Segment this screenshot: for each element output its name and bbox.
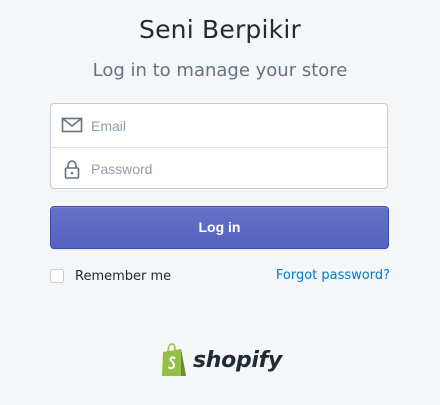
password-field[interactable] bbox=[91, 148, 381, 188]
login-button[interactable]: Log in bbox=[50, 206, 389, 249]
login-fields bbox=[50, 103, 388, 189]
remember-me-checkbox[interactable] bbox=[50, 269, 64, 283]
shopify-wordmark: shopify bbox=[193, 347, 282, 373]
remember-me[interactable]: Remember me bbox=[50, 267, 171, 285]
lock-icon bbox=[64, 160, 80, 179]
password-field-row bbox=[51, 147, 387, 188]
email-field-row bbox=[51, 104, 387, 147]
page-subtitle: Log in to manage your store bbox=[92, 60, 348, 81]
page-title: Seni Berpikir bbox=[139, 15, 301, 44]
shopify-logo: shopify bbox=[159, 342, 282, 378]
email-field[interactable] bbox=[91, 104, 381, 147]
shopify-bag-icon bbox=[162, 342, 186, 376]
envelope-icon bbox=[61, 117, 83, 133]
remember-me-label[interactable]: Remember me bbox=[75, 269, 171, 284]
forgot-password-link[interactable]: Forgot password? bbox=[276, 268, 390, 283]
